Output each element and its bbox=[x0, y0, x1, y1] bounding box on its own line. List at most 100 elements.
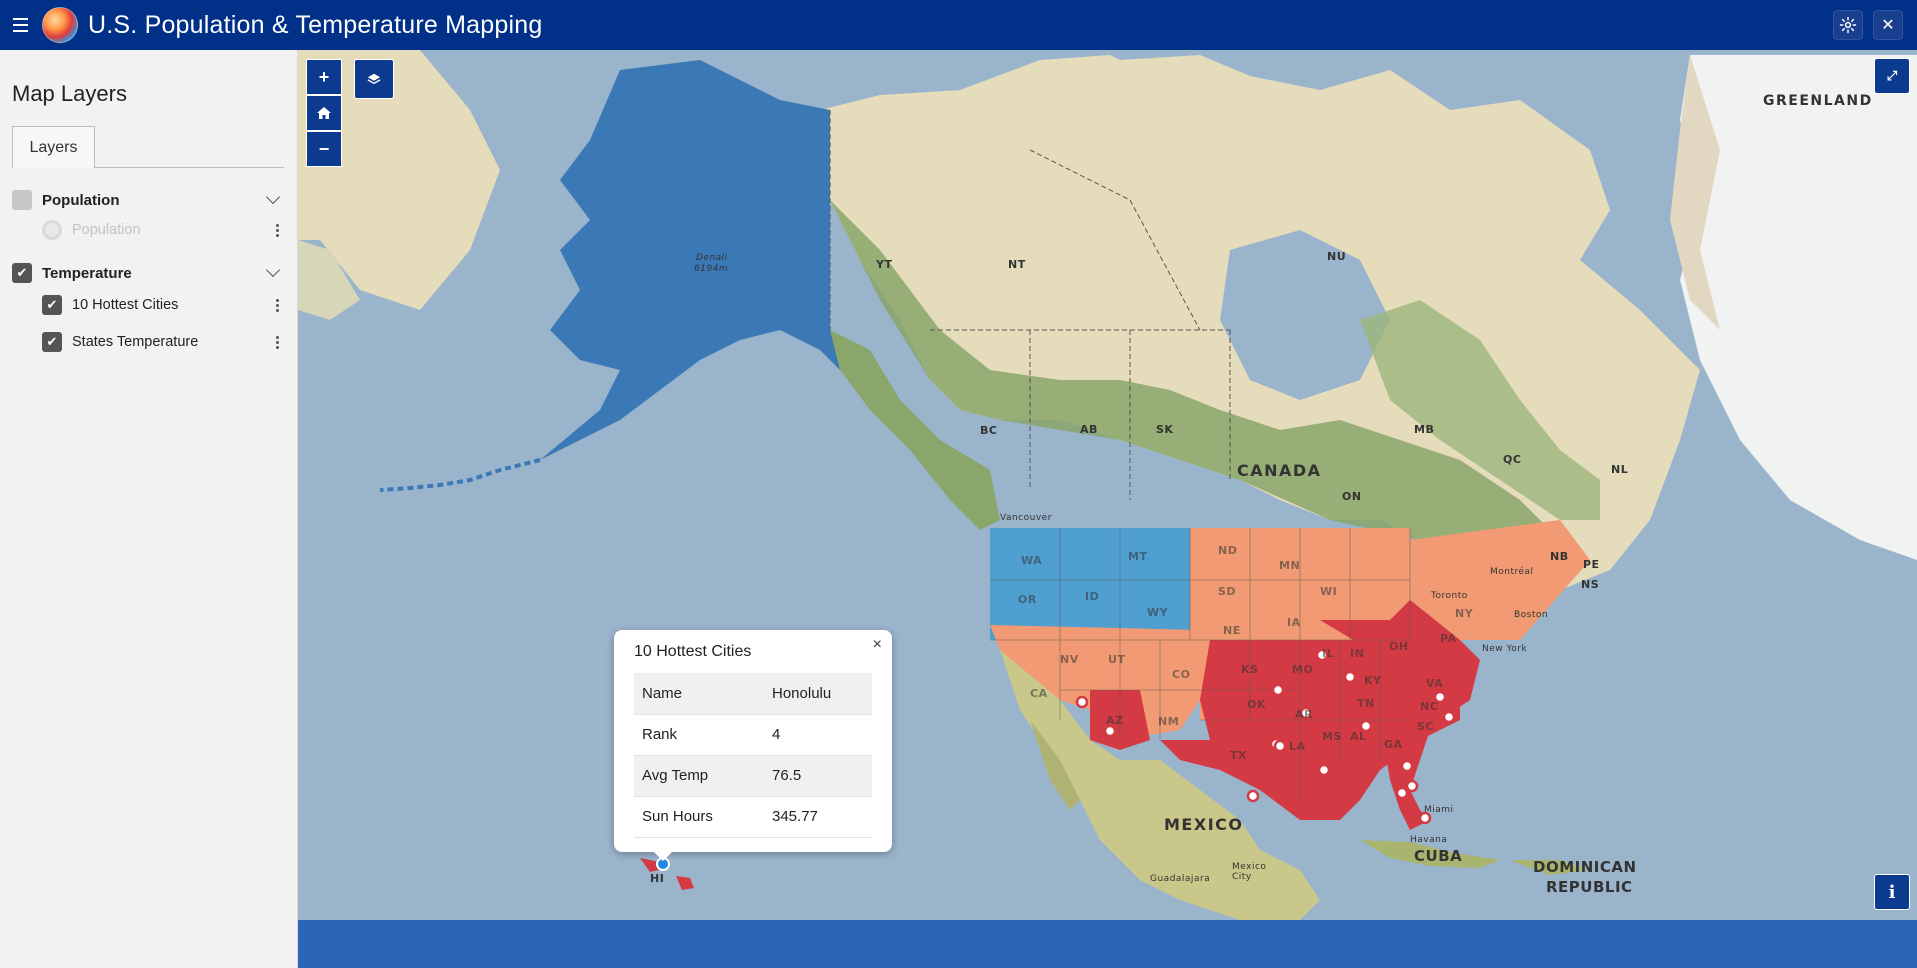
map-label-bc: BC bbox=[980, 424, 998, 437]
map-label-wi: WI bbox=[1320, 585, 1338, 598]
close-icon: ✕ bbox=[1881, 17, 1895, 34]
map-label-mb: MB bbox=[1414, 423, 1435, 436]
layers-icon bbox=[367, 73, 381, 85]
population-radio bbox=[42, 220, 62, 240]
map-label-ab: AB bbox=[1080, 423, 1098, 436]
map-label-denali-elevation: 6194m bbox=[694, 264, 729, 274]
map-label-tx: TX bbox=[1230, 749, 1247, 762]
layer-item-hottest-cities[interactable]: ✔ 10 Hottest Cities bbox=[42, 293, 284, 317]
app-header: U.S. Population & Temperature Mapping ✕ bbox=[0, 0, 1917, 50]
map-label-la: LA bbox=[1289, 740, 1306, 753]
map-label-republic: REPUBLIC bbox=[1546, 878, 1633, 896]
map-label-boston: Boston bbox=[1514, 610, 1549, 620]
map-label-nd: ND bbox=[1218, 544, 1238, 557]
map-label-yt: YT bbox=[876, 258, 893, 271]
popup-title: 10 Hottest Cities bbox=[634, 643, 752, 660]
table-row: Avg Temp 76.5 bbox=[634, 755, 872, 797]
map-label-cuba: CUBA bbox=[1414, 847, 1463, 865]
attribute-value: 76.5 bbox=[764, 755, 872, 797]
sidebar-title: Map Layers bbox=[12, 81, 127, 106]
tab-layers[interactable]: Layers bbox=[12, 126, 95, 168]
app-logo bbox=[42, 7, 78, 43]
map-label-nt: NT bbox=[1008, 258, 1026, 271]
map-label-ga: GA bbox=[1384, 738, 1403, 751]
map-label-toronto: Toronto bbox=[1431, 591, 1468, 601]
map-label-on: ON bbox=[1342, 490, 1362, 503]
map-label-va: VA bbox=[1426, 677, 1444, 690]
map-label-nc: NC bbox=[1420, 700, 1439, 713]
hamburger-icon[interactable] bbox=[0, 0, 40, 50]
map-label-ia: IA bbox=[1287, 616, 1301, 629]
layer-item-label: 10 Hottest Cities bbox=[72, 297, 179, 313]
fullscreen-icon: ⤢ bbox=[1886, 68, 1898, 83]
map-label-wa: WA bbox=[1021, 554, 1043, 567]
info-button[interactable]: i bbox=[1874, 874, 1910, 910]
layer-item-label: Population bbox=[72, 222, 141, 238]
home-button[interactable] bbox=[306, 95, 342, 131]
map-label-mt: MT bbox=[1128, 550, 1148, 563]
map-label-miami: Miami bbox=[1424, 805, 1454, 815]
popup-attributes-table: Name Honolulu Rank 4 Avg Temp 76.5 Sun H… bbox=[634, 673, 872, 838]
map-label-vancouver: Vancouver bbox=[1000, 513, 1052, 523]
map-label-mexico: MEXICO bbox=[1164, 815, 1244, 834]
zoom-out-button[interactable]: − bbox=[306, 131, 342, 167]
fullscreen-button[interactable]: ⤢ bbox=[1874, 58, 1910, 94]
layer-item-states-temperature[interactable]: ✔ States Temperature bbox=[42, 330, 284, 354]
attribute-key: Name bbox=[634, 673, 764, 715]
map-label-ms: MS bbox=[1322, 730, 1342, 743]
map-label-wy: WY bbox=[1147, 606, 1169, 619]
attribute-key: Rank bbox=[634, 714, 764, 756]
zoom-in-button[interactable]: + bbox=[306, 59, 342, 95]
home-icon bbox=[317, 107, 331, 119]
hottest-cities-checkbox[interactable]: ✔ bbox=[42, 295, 62, 315]
layer-item-population: Population bbox=[42, 218, 284, 242]
map-label-sk: SK bbox=[1156, 423, 1174, 436]
map-view[interactable]: GREENLAND CANADA MEXICO CUBA DOMINICAN R… bbox=[298, 50, 1917, 920]
attribute-value: 4 bbox=[764, 714, 872, 756]
map-label-mn: MN bbox=[1279, 559, 1301, 572]
map-label-co: CO bbox=[1172, 668, 1191, 681]
layer-group-population[interactable]: Population bbox=[12, 188, 284, 212]
map-label-nl: NL bbox=[1611, 463, 1629, 476]
map-label-qc: QC bbox=[1503, 453, 1522, 466]
layer-group-temperature[interactable]: ✔ Temperature bbox=[12, 261, 284, 285]
more-options-icon[interactable] bbox=[270, 223, 284, 237]
gear-icon bbox=[1839, 16, 1857, 34]
map-label-nv: NV bbox=[1060, 653, 1079, 666]
states-temperature-checkbox[interactable]: ✔ bbox=[42, 332, 62, 352]
map-label-guadalajara: Guadalajara bbox=[1150, 874, 1211, 884]
attribute-value: 345.77 bbox=[764, 796, 872, 838]
layer-group-label: Temperature bbox=[42, 264, 132, 282]
chevron-down-icon[interactable] bbox=[265, 189, 281, 205]
map-label-al: AL bbox=[1350, 730, 1367, 743]
map-label-sd: SD bbox=[1218, 585, 1237, 598]
zoom-controls: + − bbox=[306, 59, 342, 167]
chevron-down-icon[interactable] bbox=[265, 262, 281, 278]
basemap bbox=[298, 50, 1917, 920]
more-options-icon[interactable] bbox=[270, 298, 284, 312]
map-label-hi: HI bbox=[650, 872, 665, 885]
close-button[interactable]: ✕ bbox=[1873, 10, 1903, 40]
close-icon[interactable]: × bbox=[873, 636, 882, 654]
map-label-oh: OH bbox=[1389, 640, 1409, 653]
app-title: U.S. Population & Temperature Mapping bbox=[88, 10, 543, 39]
more-options-icon[interactable] bbox=[270, 335, 284, 349]
map-label-greenland: GREENLAND bbox=[1763, 93, 1873, 109]
map-label-ar: AR bbox=[1295, 708, 1313, 721]
layer-group-label: Population bbox=[42, 191, 120, 209]
map-label-nb: NB bbox=[1550, 550, 1569, 563]
population-group-checkbox[interactable] bbox=[12, 190, 32, 210]
temperature-group-checkbox[interactable]: ✔ bbox=[12, 263, 32, 283]
map-label-mexico-city: Mexico City bbox=[1232, 862, 1267, 882]
map-label-or: OR bbox=[1018, 593, 1037, 606]
map-label-havana: Havana bbox=[1410, 835, 1448, 845]
feature-popup: 10 Hottest Cities × Name Honolulu Rank 4… bbox=[614, 630, 892, 861]
map-label-ny: NY bbox=[1455, 607, 1474, 620]
settings-button[interactable] bbox=[1833, 10, 1863, 40]
map-label-ca: CA bbox=[1030, 687, 1048, 700]
attribute-value: Honolulu bbox=[764, 673, 872, 715]
map-label-ky: KY bbox=[1364, 674, 1382, 687]
map-label-az: AZ bbox=[1106, 714, 1124, 727]
layer-list-button[interactable] bbox=[354, 59, 394, 99]
attribute-key: Avg Temp bbox=[634, 755, 764, 797]
